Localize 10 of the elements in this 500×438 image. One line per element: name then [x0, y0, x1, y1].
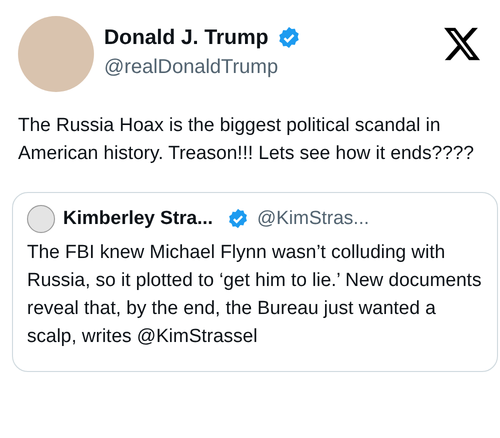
author-handle: @KimStras... [256, 208, 370, 230]
author-name: Donald J. Trump [104, 26, 269, 50]
avatar [27, 205, 55, 233]
author-name: Kimberley Stra... [63, 208, 213, 230]
quoted-tweet-card[interactable] [12, 192, 498, 372]
verified-badge-icon [276, 26, 301, 50]
author-handle: @realDonaldTrump [104, 56, 280, 79]
quoted-tweet-text: The FBI knew Michael Flynn wasn’t colluding with Russia, so it plotted to ‘get him to lie.’ New documents reveal that, by the end, the Bureau just wanted a scalp, writes @KimStrassel [27, 241, 482, 349]
verified-badge-icon [226, 208, 249, 230]
tweet-text: The Russia Hoax is the biggest political scandal in American history. Treason!!! Lets see how it ends???? [17, 114, 475, 166]
